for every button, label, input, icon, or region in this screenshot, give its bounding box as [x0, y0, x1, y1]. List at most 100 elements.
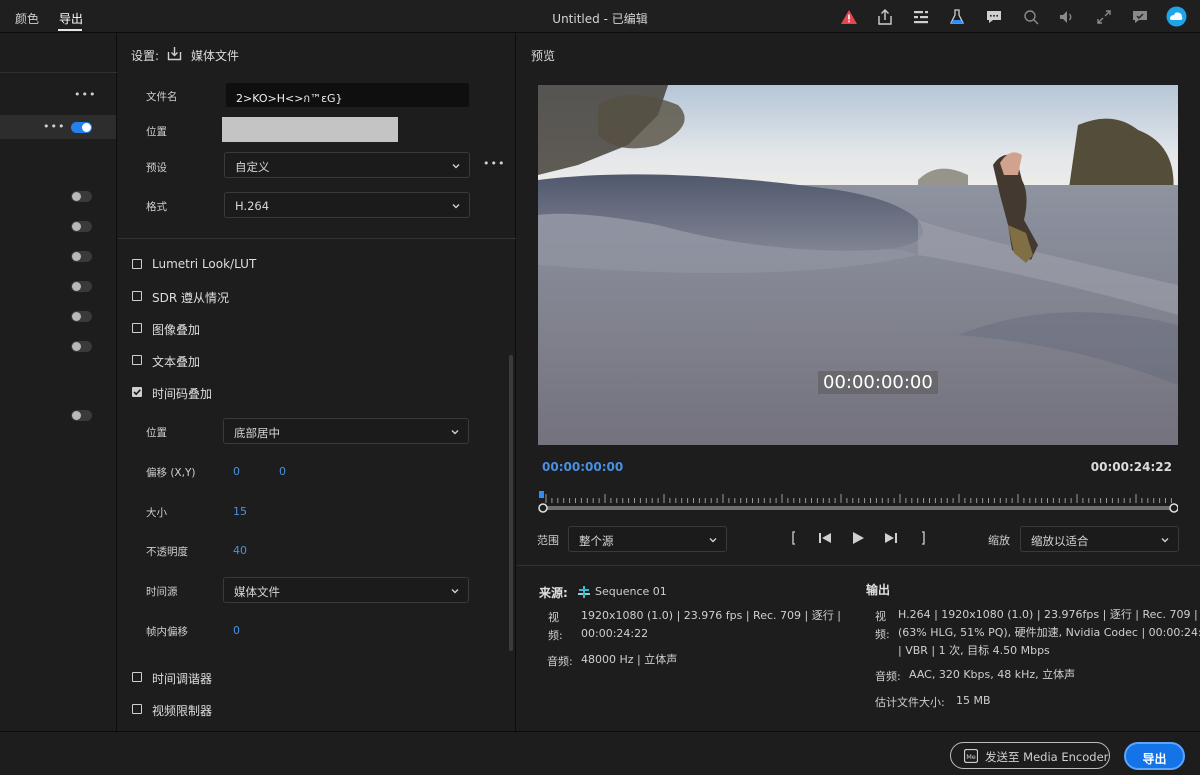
chevron-down-icon	[1161, 538, 1169, 543]
tc-position-value: 底部居中	[234, 426, 280, 440]
fullscreen-icon[interactable]	[1095, 8, 1113, 26]
output-audio-label: 音频:	[875, 670, 901, 683]
opacity-label: 不透明度	[146, 546, 188, 558]
chat-icon[interactable]	[985, 8, 1003, 26]
output-size-label: 估计文件大小:	[875, 696, 945, 709]
source-audio-info: 48000 Hz | 立体声	[581, 653, 678, 666]
chevron-down-icon	[451, 589, 459, 594]
size-value[interactable]: 15	[233, 505, 247, 518]
output-audio-info: AAC, 320 Kbps, 48 kHz, 立体声	[909, 668, 1076, 681]
image-overlay-checkbox[interactable]	[132, 323, 142, 333]
settings-header-file: 媒体文件	[191, 49, 240, 63]
settings-header: 设置:	[131, 49, 160, 63]
timecode-overlay-text: 00:00:00:00	[818, 371, 938, 394]
left-divider	[0, 72, 117, 73]
settings-scrollbar[interactable]	[509, 355, 513, 651]
preset-more-icon[interactable]: •••	[483, 157, 505, 170]
send-to-media-encoder-button[interactable]: Me 发送至 Media Encoder	[950, 742, 1110, 769]
toggle-2[interactable]	[71, 221, 92, 232]
send-to-media-encoder-label: 发送至 Media Encoder	[985, 750, 1109, 764]
tc-position-label: 位置	[146, 427, 167, 439]
left-more-icon[interactable]: •••	[74, 88, 96, 101]
toggle-7[interactable]	[71, 410, 92, 421]
text-overlay-label: 文本叠加	[152, 355, 201, 369]
search-sparkle-icon[interactable]	[1022, 8, 1040, 26]
step-back-icon[interactable]	[817, 530, 833, 546]
cc-cloud-icon[interactable]	[1166, 6, 1187, 27]
left-selected-row[interactable]: •••	[0, 115, 116, 139]
source-heading: 来源:	[539, 586, 568, 600]
export-button-label: 导出	[1142, 752, 1167, 766]
mark-in-icon[interactable]	[786, 530, 802, 546]
output-video-info-line-2: (63% HLG, 51% PQ), 硬件加速, Nvidia Codec | …	[898, 626, 1200, 639]
row-more-icon[interactable]: •••	[43, 120, 65, 133]
size-label: 大小	[146, 507, 167, 519]
document-title: Untitled - 已编辑	[552, 12, 648, 26]
range-dropdown[interactable]: 整个源	[568, 526, 727, 552]
chevron-down-icon	[709, 538, 717, 543]
toggle-3[interactable]	[71, 251, 92, 262]
top-bar: 颜色 导出 Untitled - 已编辑	[0, 0, 1200, 33]
svg-text:Me: Me	[966, 753, 976, 761]
chevron-down-icon	[452, 164, 460, 169]
sdr-checkbox[interactable]	[132, 291, 142, 301]
toggle-1[interactable]	[71, 191, 92, 202]
warning-icon[interactable]	[840, 8, 858, 26]
location-label: 位置	[146, 126, 167, 138]
preset-dropdown[interactable]: 自定义	[224, 152, 470, 178]
current-timecode[interactable]: 00:00:00:00	[542, 460, 623, 474]
time-source-dropdown[interactable]: 媒体文件	[223, 577, 469, 603]
frame-offset-value[interactable]: 0	[233, 624, 240, 637]
opacity-value[interactable]: 40	[233, 544, 247, 557]
location-field[interactable]	[222, 117, 398, 142]
image-overlay-label: 图像叠加	[152, 323, 201, 337]
offset-y-value[interactable]: 0	[279, 465, 286, 478]
sequence-icon	[577, 585, 591, 599]
timecode-overlay-checkbox[interactable]	[132, 387, 142, 397]
export-button[interactable]: 导出	[1124, 742, 1185, 770]
list-icon[interactable]	[912, 8, 930, 26]
offset-x-value[interactable]: 0	[233, 465, 240, 478]
row-toggle[interactable]	[71, 122, 92, 133]
preview-divider	[517, 565, 1200, 566]
share-icon[interactable]	[876, 8, 894, 26]
format-dropdown[interactable]: H.264	[224, 192, 470, 218]
format-value: H.264	[235, 199, 270, 213]
flask-icon[interactable]	[948, 8, 966, 26]
mark-out-icon[interactable]	[915, 530, 931, 546]
tc-position-dropdown[interactable]: 底部居中	[223, 418, 469, 444]
media-encoder-icon: Me	[963, 748, 979, 764]
output-video-info-line-1: H.264 | 1920x1080 (1.0) | 23.976fps | 逐行…	[898, 608, 1200, 621]
feedback-icon[interactable]	[1131, 8, 1149, 26]
zoom-dropdown[interactable]: 缩放以适合	[1020, 526, 1179, 552]
preset-value: 自定义	[235, 160, 270, 174]
video-limiter-checkbox[interactable]	[132, 704, 142, 714]
download-icon	[167, 46, 182, 61]
chevron-down-icon	[452, 204, 460, 209]
toggle-4[interactable]	[71, 281, 92, 292]
play-icon[interactable]	[850, 530, 866, 546]
source-video-info-line-2: 00:00:24:22	[581, 627, 649, 640]
frame-offset-label: 帧内偏移	[146, 626, 188, 638]
range-value: 整个源	[579, 534, 614, 548]
toggle-5[interactable]	[71, 311, 92, 322]
filename-input[interactable]: 2>KO>H<>ก™ɛG}	[226, 83, 469, 107]
left-panel: ••• •••	[0, 33, 117, 731]
text-overlay-checkbox[interactable]	[132, 355, 142, 365]
source-video-label-2: 频:	[548, 629, 563, 642]
volume-icon[interactable]	[1058, 8, 1076, 26]
source-audio-label: 音频:	[547, 655, 573, 668]
format-label: 格式	[146, 201, 167, 213]
step-forward-icon[interactable]	[883, 530, 899, 546]
time-tuner-label: 时间调谐器	[152, 672, 213, 686]
source-video-info-line-1: 1920x1080 (1.0) | 23.976 fps | Rec. 709 …	[581, 609, 841, 622]
offset-label: 偏移 (X,Y)	[146, 467, 196, 479]
lumetri-checkbox[interactable]	[132, 259, 142, 269]
time-tuner-checkbox[interactable]	[132, 672, 142, 682]
timeline-scrubber[interactable]	[538, 488, 1178, 518]
output-heading: 输出	[866, 583, 891, 597]
output-size-value: 15 MB	[956, 694, 991, 707]
toggle-6[interactable]	[71, 341, 92, 352]
filename-label: 文件名	[146, 91, 178, 103]
settings-panel: 设置: 媒体文件 文件名 2>KO>H<>ก™ɛG} 位置 预设 自定义 •••…	[118, 33, 516, 731]
